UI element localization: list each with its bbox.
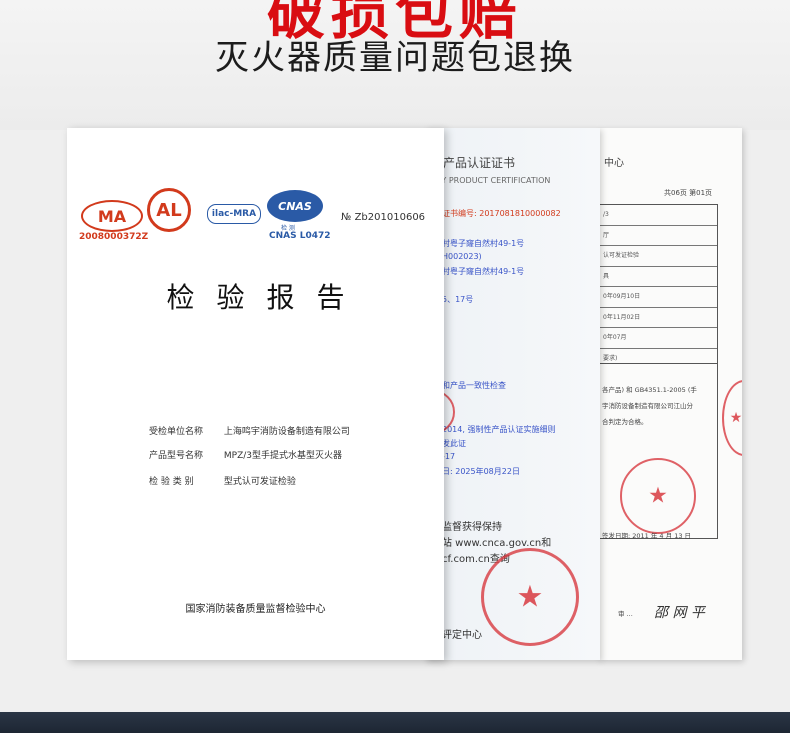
certificate-line: 站 www.cnca.gov.cn和	[442, 538, 552, 549]
red-seal-stamp-partial: ★	[722, 380, 742, 456]
star-icon: ★	[729, 410, 742, 426]
certificate-line: 发此证	[442, 439, 466, 448]
red-seal-stamp: ★	[481, 548, 579, 646]
cnas-code: CNAS L0472	[269, 231, 331, 241]
report-title: 检验报告	[166, 281, 367, 314]
cnas-logo: CNAS	[267, 190, 323, 222]
table-row: 厅	[598, 226, 717, 246]
star-icon: ★	[516, 579, 544, 615]
table-row: 具	[598, 267, 717, 287]
certificate-line: H002023)	[442, 252, 482, 261]
ilac-mra-logo: ilac-MRA	[207, 204, 261, 224]
report-number: № Zb201010606	[341, 212, 426, 223]
field-label: 受检单位名称	[149, 427, 204, 437]
certificate-line: 监督获得保持	[442, 522, 502, 533]
field-value: 型式认可发证检验	[223, 477, 296, 487]
field-label: 产品型号名称	[149, 451, 204, 461]
cma-logo: MA	[81, 200, 143, 232]
field-value: 上海鸣宇消防设备制造有限公司	[223, 427, 350, 437]
product-certificate: 产品认证证书 SORY PRODUCT CERTIFICATION 证书编号: …	[425, 128, 600, 660]
issuer-name: 国家消防装备质量监督检验中心	[185, 604, 326, 615]
back-doc-pages: 共06页 第01页	[664, 189, 713, 197]
back-doc-body-line: 宇消防设备制造有限公司江山分	[602, 402, 693, 410]
back-doc-body-line: 各产品) 和 GB4351.1-2005 (手	[602, 386, 697, 394]
certificate-line: 证书编号: 2017081810000082	[442, 209, 561, 218]
back-doc-title: 中心	[604, 158, 624, 169]
header-band: 破损包赔 灭火器质量问题包退换	[0, 0, 790, 130]
test-result-document: 中心 共06页 第01页 /3 厅 认可发证检验 具 0年09月10日 0年11…	[598, 128, 742, 660]
report-field-row: 受检单位名称 上海鸣宇消防设备制造有限公司	[149, 424, 350, 437]
field-label: 检 验 类 别	[149, 477, 194, 487]
table-row: 认可发证检验	[598, 246, 717, 267]
cal-logo: AL	[147, 188, 191, 232]
table-row: 0年11月02日	[598, 308, 717, 328]
report-field-row: 检 验 类 别 型式认可发证检验	[149, 474, 296, 487]
subheadline: 灭火器质量问题包退换	[215, 38, 575, 78]
inspection-report: MA 2008000372Z AL ilac-MRA CNAS 检 测 CNAS…	[67, 128, 444, 660]
field-value: MPZ/3型手提式水基型灭火器	[223, 451, 342, 461]
back-doc-sign-date: 签发日期: 2011 年 4 月 13 日	[602, 532, 692, 540]
back-doc-body-line: 合判定为合格。	[602, 418, 648, 426]
report-field-row: 产品型号名称 MPZ/3型手提式水基型灭火器	[149, 448, 342, 461]
certificate-line: 评定中心	[442, 630, 482, 641]
table-row: /3	[598, 205, 717, 226]
table-row: 0年09月10日	[598, 287, 717, 308]
certificate-line: 2014, 强制性产品认证实施细则	[442, 425, 556, 434]
certificate-title: 产品认证证书	[443, 156, 516, 170]
certificate-line: 和产品一致性检查	[442, 381, 506, 390]
certificate-line: 村粤子窿自然村49-1号	[442, 239, 525, 248]
bottom-bar	[0, 712, 790, 733]
certificate-line: 5、17号	[442, 295, 474, 304]
table-row: 0年07月	[598, 328, 717, 349]
cma-code: 2008000372Z	[79, 232, 149, 242]
back-doc-signature: 邵 网 平	[654, 605, 705, 621]
star-icon: ★	[648, 483, 668, 509]
back-doc-table: /3 厅 认可发证检验 具 0年09月10日 0年11月02日 0年07月 要求…	[598, 204, 718, 364]
red-seal-stamp: ★	[620, 458, 696, 534]
back-doc-approver-label: 审 ...	[618, 610, 633, 618]
certificate-line: 村粤子窿自然村49-1号	[442, 267, 525, 276]
certificate-line: 日: 2025年08月22日	[442, 467, 520, 476]
